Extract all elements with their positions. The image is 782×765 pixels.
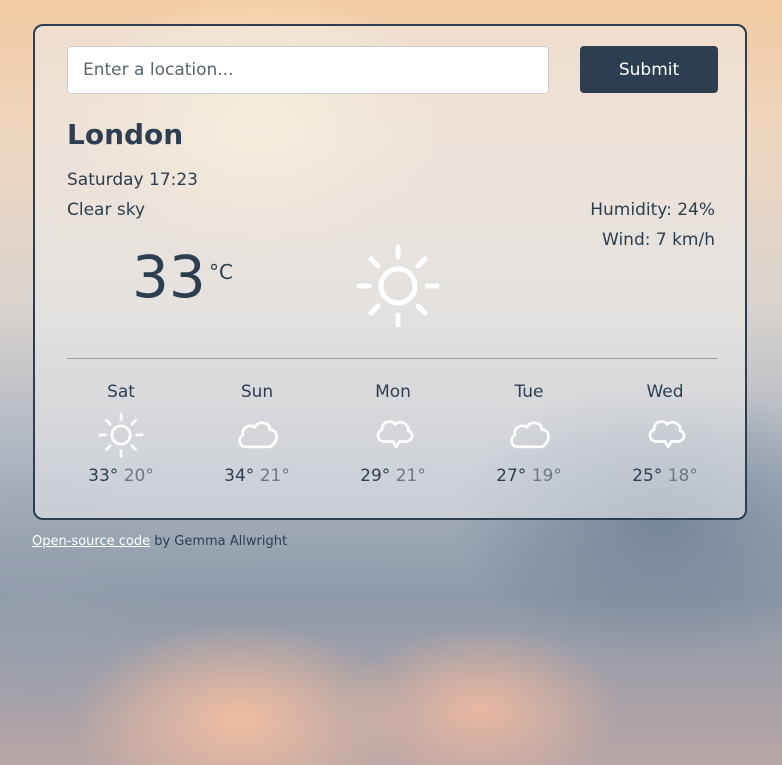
cloud-icon — [648, 420, 686, 449]
forecast-day: Sun 34° 21° — [189, 382, 325, 486]
footer-author: by Gemma Allwright — [150, 534, 288, 549]
forecast-list: Sat 33° 20° Sun 34° 21° Mon 29° 21° Tue … — [53, 382, 733, 486]
cloud-icon — [238, 421, 278, 449]
forecast-day: Wed 25° 18° — [597, 382, 733, 486]
forecast-min: 20° — [123, 466, 154, 486]
sun-icon — [356, 244, 440, 328]
forecast-max: 29° — [360, 466, 391, 486]
source-code-link[interactable]: Open-source code — [32, 534, 150, 549]
divider — [67, 358, 718, 359]
temperature-unit: °C — [209, 260, 233, 284]
forecast-day-name: Mon — [375, 382, 411, 402]
weather-description: Clear sky — [67, 200, 146, 220]
humidity: Humidity: 24% — [590, 200, 715, 220]
date-time: Saturday 17:23 — [67, 170, 199, 190]
forecast-day: Mon 29° 21° — [325, 382, 461, 486]
forecast-max: 27° — [496, 466, 527, 486]
forecast-temps: 29° 21° — [325, 466, 461, 486]
forecast-day-name: Sat — [107, 382, 135, 402]
forecast-min: 18° — [667, 466, 698, 486]
forecast-day-name: Wed — [646, 382, 684, 402]
current-temperature: 33 — [132, 243, 206, 311]
weather-card: Submit London Saturday 17:23 Clear sky H… — [33, 24, 747, 520]
forecast-max: 34° — [224, 466, 255, 486]
forecast-temps: 34° 21° — [189, 466, 325, 486]
forecast-min: 19° — [531, 466, 562, 486]
forecast-day: Tue 27° 19° — [461, 382, 597, 486]
forecast-day: Sat 33° 20° — [53, 382, 189, 486]
footer: Open-source code by Gemma Allwright — [32, 534, 287, 549]
forecast-day-name: Tue — [514, 382, 544, 402]
forecast-max: 25° — [632, 466, 663, 486]
forecast-min: 21° — [259, 466, 290, 486]
forecast-temps: 27° 19° — [461, 466, 597, 486]
city-name: London — [67, 118, 184, 151]
forecast-temps: 25° 18° — [597, 466, 733, 486]
cloud-icon — [510, 421, 550, 449]
forecast-max: 33° — [88, 466, 119, 486]
forecast-temps: 33° 20° — [53, 466, 189, 486]
submit-button[interactable]: Submit — [580, 46, 718, 93]
sun-icon — [98, 412, 144, 458]
wind-speed: Wind: 7 km/h — [602, 230, 715, 250]
forecast-day-name: Sun — [240, 382, 274, 402]
cloud-icon — [376, 420, 414, 449]
search-input[interactable] — [67, 46, 549, 94]
forecast-min: 21° — [395, 466, 426, 486]
